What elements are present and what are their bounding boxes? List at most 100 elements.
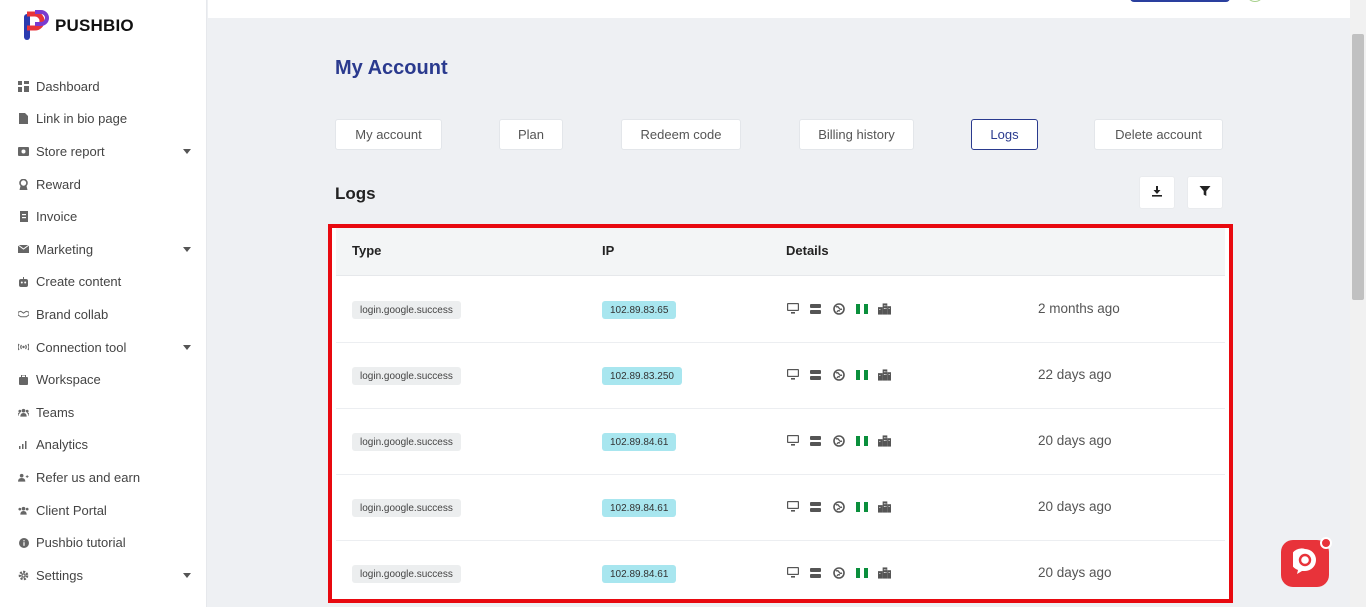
table-row: login.google.success 102.89.84.61 20 day…: [336, 541, 1225, 599]
brand-name: PUSHBIO: [55, 16, 134, 35]
nigeria-flag-icon[interactable]: [855, 566, 868, 579]
sidebar-item-label: Workspace: [36, 372, 101, 388]
globe-icon[interactable]: [832, 302, 845, 315]
sidebar-item-create-content[interactable]: Create content: [0, 266, 207, 299]
sidebar-item-label: Reward: [36, 176, 81, 192]
sidebar-item-label: Refer us and earn: [36, 469, 141, 485]
sidebar-item-label: Teams: [36, 404, 75, 420]
nigeria-flag-icon[interactable]: [855, 500, 868, 513]
page-icon: [18, 113, 29, 125]
chevron-down-icon[interactable]: [183, 345, 191, 351]
brand[interactable]: PUSHBIO: [22, 10, 134, 42]
globe-icon[interactable]: [832, 500, 845, 513]
relative-time: 20 days ago: [1038, 433, 1112, 448]
tab-plan[interactable]: Plan: [499, 119, 563, 150]
info-icon: [18, 537, 29, 548]
users-icon: [18, 407, 29, 418]
sidebar-item-label: Store report: [36, 143, 105, 159]
bar-chart-icon: [18, 439, 29, 450]
ip-badge: 102.89.84.61: [602, 565, 677, 583]
sidebar-item-label: Settings: [36, 567, 83, 583]
users-icon: [18, 505, 29, 516]
server-icon[interactable]: [809, 368, 822, 381]
sidebar-item-label: Client Portal: [36, 502, 107, 518]
sidebar-item-label: Pushbio tutorial: [36, 535, 126, 551]
briefcase-icon: [18, 374, 29, 385]
city-icon[interactable]: [878, 500, 891, 513]
invoice-icon: [18, 211, 29, 223]
sidebar-item-label: Marketing: [36, 241, 94, 257]
avatar[interactable]: [1248, 0, 1262, 2]
sidebar-item-refer-us[interactable]: Refer us and earn: [0, 461, 207, 494]
tab-redeem-code[interactable]: Redeem code: [621, 119, 741, 150]
tab-logs[interactable]: Logs: [971, 119, 1038, 150]
sidebar-item-teams[interactable]: Teams: [0, 396, 207, 429]
sidebar-item-client-portal[interactable]: Client Portal: [0, 494, 207, 527]
chevron-down-icon[interactable]: [183, 247, 191, 253]
sidebar-item-store-report[interactable]: Store report: [0, 135, 207, 168]
sidebar-item-reward[interactable]: Reward: [0, 168, 207, 201]
desktop-icon[interactable]: [786, 368, 799, 381]
sidebar-item-marketing[interactable]: Marketing: [0, 233, 207, 266]
relative-time: 20 days ago: [1038, 499, 1112, 514]
connection-icon: [18, 342, 29, 353]
nigeria-flag-icon[interactable]: [855, 368, 868, 381]
details-icons: [786, 566, 901, 579]
city-icon[interactable]: [878, 368, 891, 381]
desktop-icon[interactable]: [786, 302, 799, 315]
sidebar-item-invoice[interactable]: Invoice: [0, 200, 207, 233]
logs-table: Type IP Details login.google.success 102…: [328, 224, 1233, 603]
reward-icon: [18, 178, 29, 190]
sidebar-item-pushbio-tutorial[interactable]: Pushbio tutorial: [0, 526, 207, 559]
ip-badge: 102.89.84.61: [602, 433, 677, 451]
sidebar-item-analytics[interactable]: Analytics: [0, 429, 207, 462]
server-icon[interactable]: [809, 500, 822, 513]
server-icon[interactable]: [809, 566, 822, 579]
topbar-action-button[interactable]: [1130, 0, 1230, 2]
city-icon[interactable]: [878, 302, 891, 315]
details-icons: [786, 500, 901, 513]
tab-delete-account[interactable]: Delete account: [1094, 119, 1223, 150]
sidebar-item-workspace[interactable]: Workspace: [0, 363, 207, 396]
filter-icon: [1199, 184, 1211, 202]
sidebar-item-dashboard[interactable]: Dashboard: [0, 70, 207, 103]
column-header-details: Details: [786, 243, 829, 258]
desktop-icon[interactable]: [786, 500, 799, 513]
page-scrollbar[interactable]: [1350, 0, 1366, 607]
sidebar-item-label: Connection tool: [36, 339, 127, 355]
city-icon[interactable]: [878, 566, 891, 579]
table-row: login.google.success 102.89.83.65 2 mont…: [336, 277, 1225, 343]
table-row: login.google.success 102.89.84.61 20 day…: [336, 475, 1225, 541]
filter-button[interactable]: [1187, 176, 1223, 209]
chevron-down-icon[interactable]: [183, 573, 191, 579]
type-badge: login.google.success: [352, 499, 461, 517]
sidebar-item-link-in-bio[interactable]: Link in bio page: [0, 103, 207, 136]
table-row: login.google.success 102.89.83.250 22 da…: [336, 343, 1225, 409]
top-bar: [208, 0, 1350, 18]
type-badge: login.google.success: [352, 433, 461, 451]
download-button[interactable]: [1139, 176, 1175, 209]
chevron-down-icon[interactable]: [183, 149, 191, 155]
nigeria-flag-icon[interactable]: [855, 302, 868, 315]
account-tabs: My account Plan Redeem code Billing hist…: [335, 119, 1223, 151]
server-icon[interactable]: [809, 434, 822, 447]
server-icon[interactable]: [809, 302, 822, 315]
details-icons: [786, 434, 901, 447]
sidebar-item-connection-tool[interactable]: Connection tool: [0, 331, 207, 364]
sidebar-item-brand-collab[interactable]: Brand collab: [0, 298, 207, 331]
city-icon[interactable]: [878, 434, 891, 447]
tab-my-account[interactable]: My account: [335, 119, 442, 150]
desktop-icon[interactable]: [786, 434, 799, 447]
sidebar-item-settings[interactable]: Settings: [0, 559, 207, 592]
ip-badge: 102.89.84.61: [602, 499, 677, 517]
scrollbar-thumb[interactable]: [1352, 34, 1364, 300]
globe-icon[interactable]: [832, 566, 845, 579]
globe-icon[interactable]: [832, 434, 845, 447]
desktop-icon[interactable]: [786, 566, 799, 579]
nigeria-flag-icon[interactable]: [855, 434, 868, 447]
user-plus-icon: [18, 472, 29, 483]
details-icons: [786, 302, 901, 315]
sidebar-nav: Dashboard Link in bio page Store report …: [0, 70, 207, 592]
tab-billing-history[interactable]: Billing history: [799, 119, 914, 150]
globe-icon[interactable]: [832, 368, 845, 381]
